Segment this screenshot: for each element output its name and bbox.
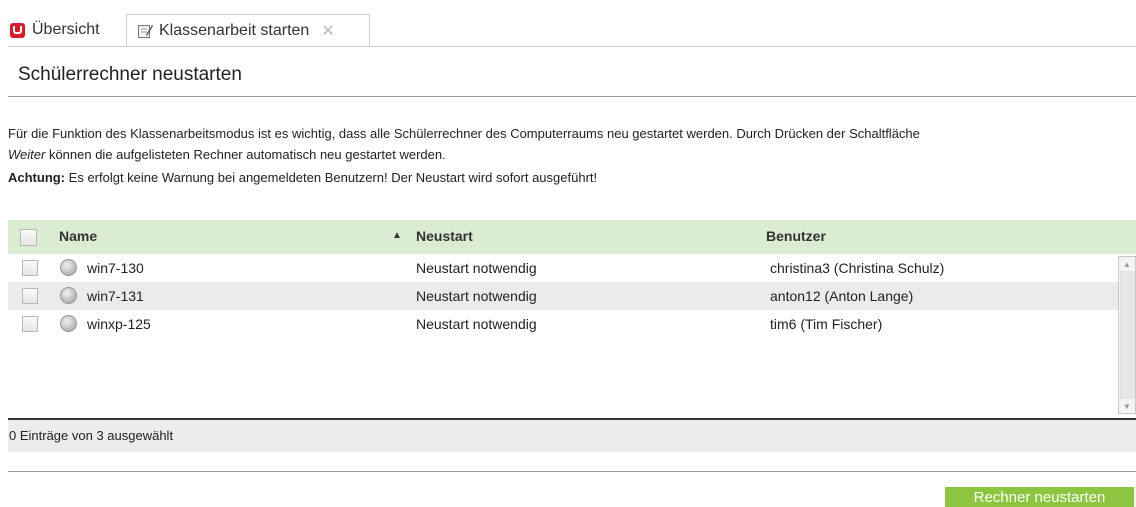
select-all-checkbox[interactable]: [20, 229, 37, 246]
scrollbar-track[interactable]: [1120, 271, 1135, 399]
description-weiter: Weiter: [8, 147, 46, 162]
description-line2: können die aufgelisteten Rechner automat…: [45, 147, 446, 162]
column-header-user[interactable]: Benutzer: [766, 228, 826, 244]
restart-status: Neustart notwendig: [416, 288, 537, 304]
computer-status-icon: [60, 287, 77, 304]
tab-klassenarbeit-label: Klassenarbeit starten: [159, 22, 310, 39]
column-header-restart[interactable]: Neustart: [416, 228, 473, 244]
warning-label: Achtung:: [8, 170, 66, 185]
tab-divider: [8, 46, 1136, 47]
document-edit-icon: [138, 25, 153, 38]
user-name: christina3 (Christina Schulz): [770, 260, 945, 276]
row-checkbox[interactable]: [22, 288, 38, 304]
computer-name: win7-131: [87, 288, 144, 304]
scroll-up-icon[interactable]: ▲: [1119, 257, 1135, 271]
close-icon[interactable]: ✕: [321, 21, 334, 41]
page-title: Schülerrechner neustarten: [18, 64, 242, 85]
computer-status-icon: [60, 259, 77, 276]
description-line1: Für die Funktion des Klassenarbeitsmodus…: [8, 126, 920, 141]
selection-status: 0 Einträge von 3 ausgewählt: [8, 420, 1136, 452]
computer-status-icon: [60, 315, 77, 332]
warning-message: Es erfolgt keine Warnung bei angemeldete…: [65, 170, 598, 185]
sort-ascending-icon: ▲: [392, 230, 402, 241]
tab-overview-label: Übersicht: [32, 21, 100, 38]
table-row[interactable]: win7-131 Neustart notwendig anton12 (Ant…: [8, 282, 1118, 310]
row-checkbox[interactable]: [22, 260, 38, 276]
computer-name: winxp-125: [87, 316, 151, 332]
grid-scrollbar[interactable]: ▲ ▼: [1118, 256, 1136, 414]
description-text: Für die Funktion des Klassenarbeitsmodus…: [8, 123, 1128, 165]
footer-divider: [8, 471, 1136, 472]
tab-klassenarbeit[interactable]: Klassenarbeit starten ✕: [126, 14, 370, 47]
computer-grid: Name ▲ Neustart Benutzer win7-130 Neusta…: [8, 220, 1136, 420]
table-row[interactable]: win7-130 Neustart notwendig christina3 (…: [8, 254, 1118, 282]
restart-computers-button[interactable]: Rechner neustarten: [945, 487, 1134, 507]
computer-name: win7-130: [87, 260, 144, 276]
tab-bar: Übersicht Klassenarbeit starten ✕: [8, 14, 1136, 47]
tab-overview[interactable]: Übersicht: [8, 14, 124, 46]
univention-logo-icon: [10, 22, 25, 38]
row-checkbox[interactable]: [22, 316, 38, 332]
table-row[interactable]: winxp-125 Neustart notwendig tim6 (Tim F…: [8, 310, 1118, 338]
user-name: anton12 (Anton Lange): [770, 288, 914, 304]
title-divider: [8, 96, 1136, 97]
restart-status: Neustart notwendig: [416, 316, 537, 332]
warning-text: Achtung: Es erfolgt keine Warnung bei an…: [8, 167, 1128, 188]
restart-status: Neustart notwendig: [416, 260, 537, 276]
grid-body: win7-130 Neustart notwendig christina3 (…: [8, 254, 1136, 418]
scroll-down-icon[interactable]: ▼: [1119, 399, 1135, 413]
user-name: tim6 (Tim Fischer): [770, 316, 883, 332]
description: Für die Funktion des Klassenarbeitsmodus…: [8, 123, 1128, 188]
column-header-name[interactable]: Name: [59, 228, 97, 244]
grid-header: Name ▲ Neustart Benutzer: [8, 220, 1136, 254]
